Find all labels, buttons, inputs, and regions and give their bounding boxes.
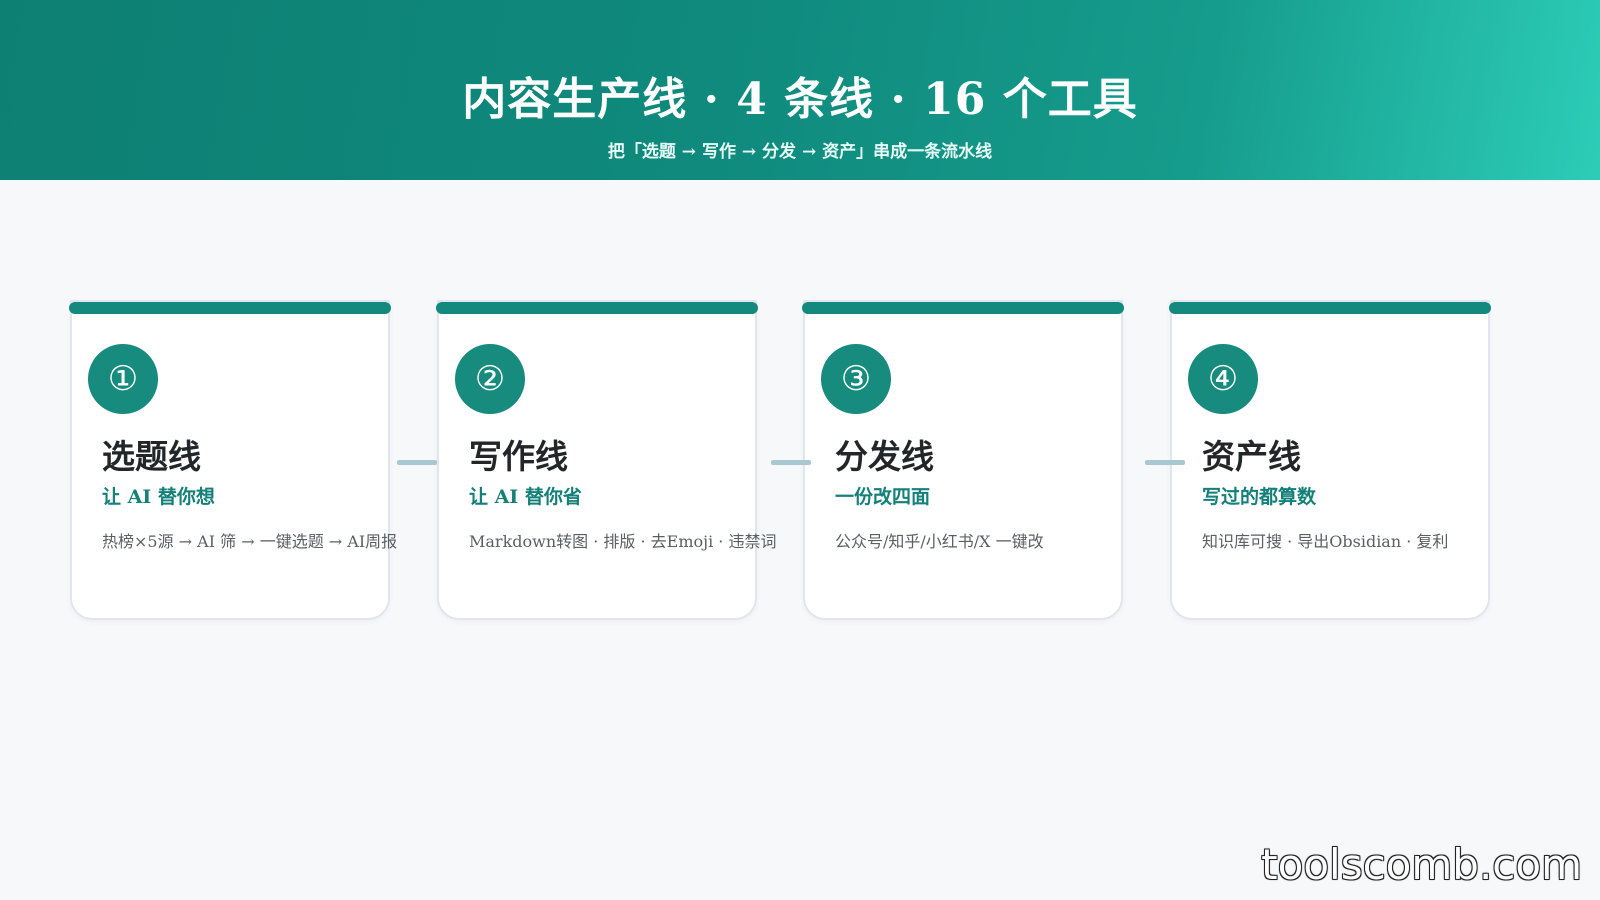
card-writing-line: ② 写作线 让 AI 替你省 Markdown转图 · 排版 · 去Emoji … xyxy=(436,300,776,620)
card-tagline: 一份改四面 xyxy=(835,486,931,508)
card-accent-bar xyxy=(1169,302,1491,314)
card-accent-bar xyxy=(69,302,391,314)
connector-line xyxy=(1145,460,1185,465)
card-tagline: 让 AI 替你省 xyxy=(469,486,582,508)
step-number-badge: ① xyxy=(88,344,158,414)
page-header: 内容生产线 · 4 条线 · 16 个工具 把「选题 → 写作 → 分发 → 资… xyxy=(0,0,1600,180)
card-distribution-line: ③ 分发线 一份改四面 公众号/知乎/小红书/X 一键改 xyxy=(802,300,1124,620)
card-description: Markdown转图 · 排版 · 去Emoji · 违禁词 xyxy=(469,532,777,551)
card-accent-bar xyxy=(436,302,758,314)
card-accent-bar xyxy=(802,302,1124,314)
card-description: 知识库可搜 · 导出Obsidian · 复利 xyxy=(1202,532,1449,551)
card-tagline: 写过的都算数 xyxy=(1202,486,1317,508)
page-subtitle: 把「选题 → 写作 → 分发 → 资产」串成一条流水线 xyxy=(607,142,993,162)
card-title: 分发线 xyxy=(835,437,934,476)
card-description: 公众号/知乎/小红书/X 一键改 xyxy=(835,532,1044,551)
card-topic-line: ① 选题线 让 AI 替你想 热榜×5源 → AI 筛 → 一键选题 → AI周… xyxy=(69,300,397,620)
step-number-badge: ② xyxy=(455,344,525,414)
card-title: 资产线 xyxy=(1202,437,1301,476)
step-number-badge: ④ xyxy=(1188,344,1258,414)
connector-line xyxy=(771,460,811,465)
card-description: 热榜×5源 → AI 筛 → 一键选题 → AI周报 xyxy=(102,532,398,551)
card-title: 写作线 xyxy=(469,437,568,476)
card-title: 选题线 xyxy=(102,437,201,476)
card-tagline: 让 AI 替你想 xyxy=(102,486,215,508)
step-number-badge: ③ xyxy=(821,344,891,414)
card-asset-line: ④ 资产线 写过的都算数 知识库可搜 · 导出Obsidian · 复利 xyxy=(1169,300,1491,620)
watermark: toolscomb.com xyxy=(1261,840,1582,889)
connector-line xyxy=(397,460,437,465)
page-title: 内容生产线 · 4 条线 · 16 个工具 xyxy=(462,74,1138,125)
